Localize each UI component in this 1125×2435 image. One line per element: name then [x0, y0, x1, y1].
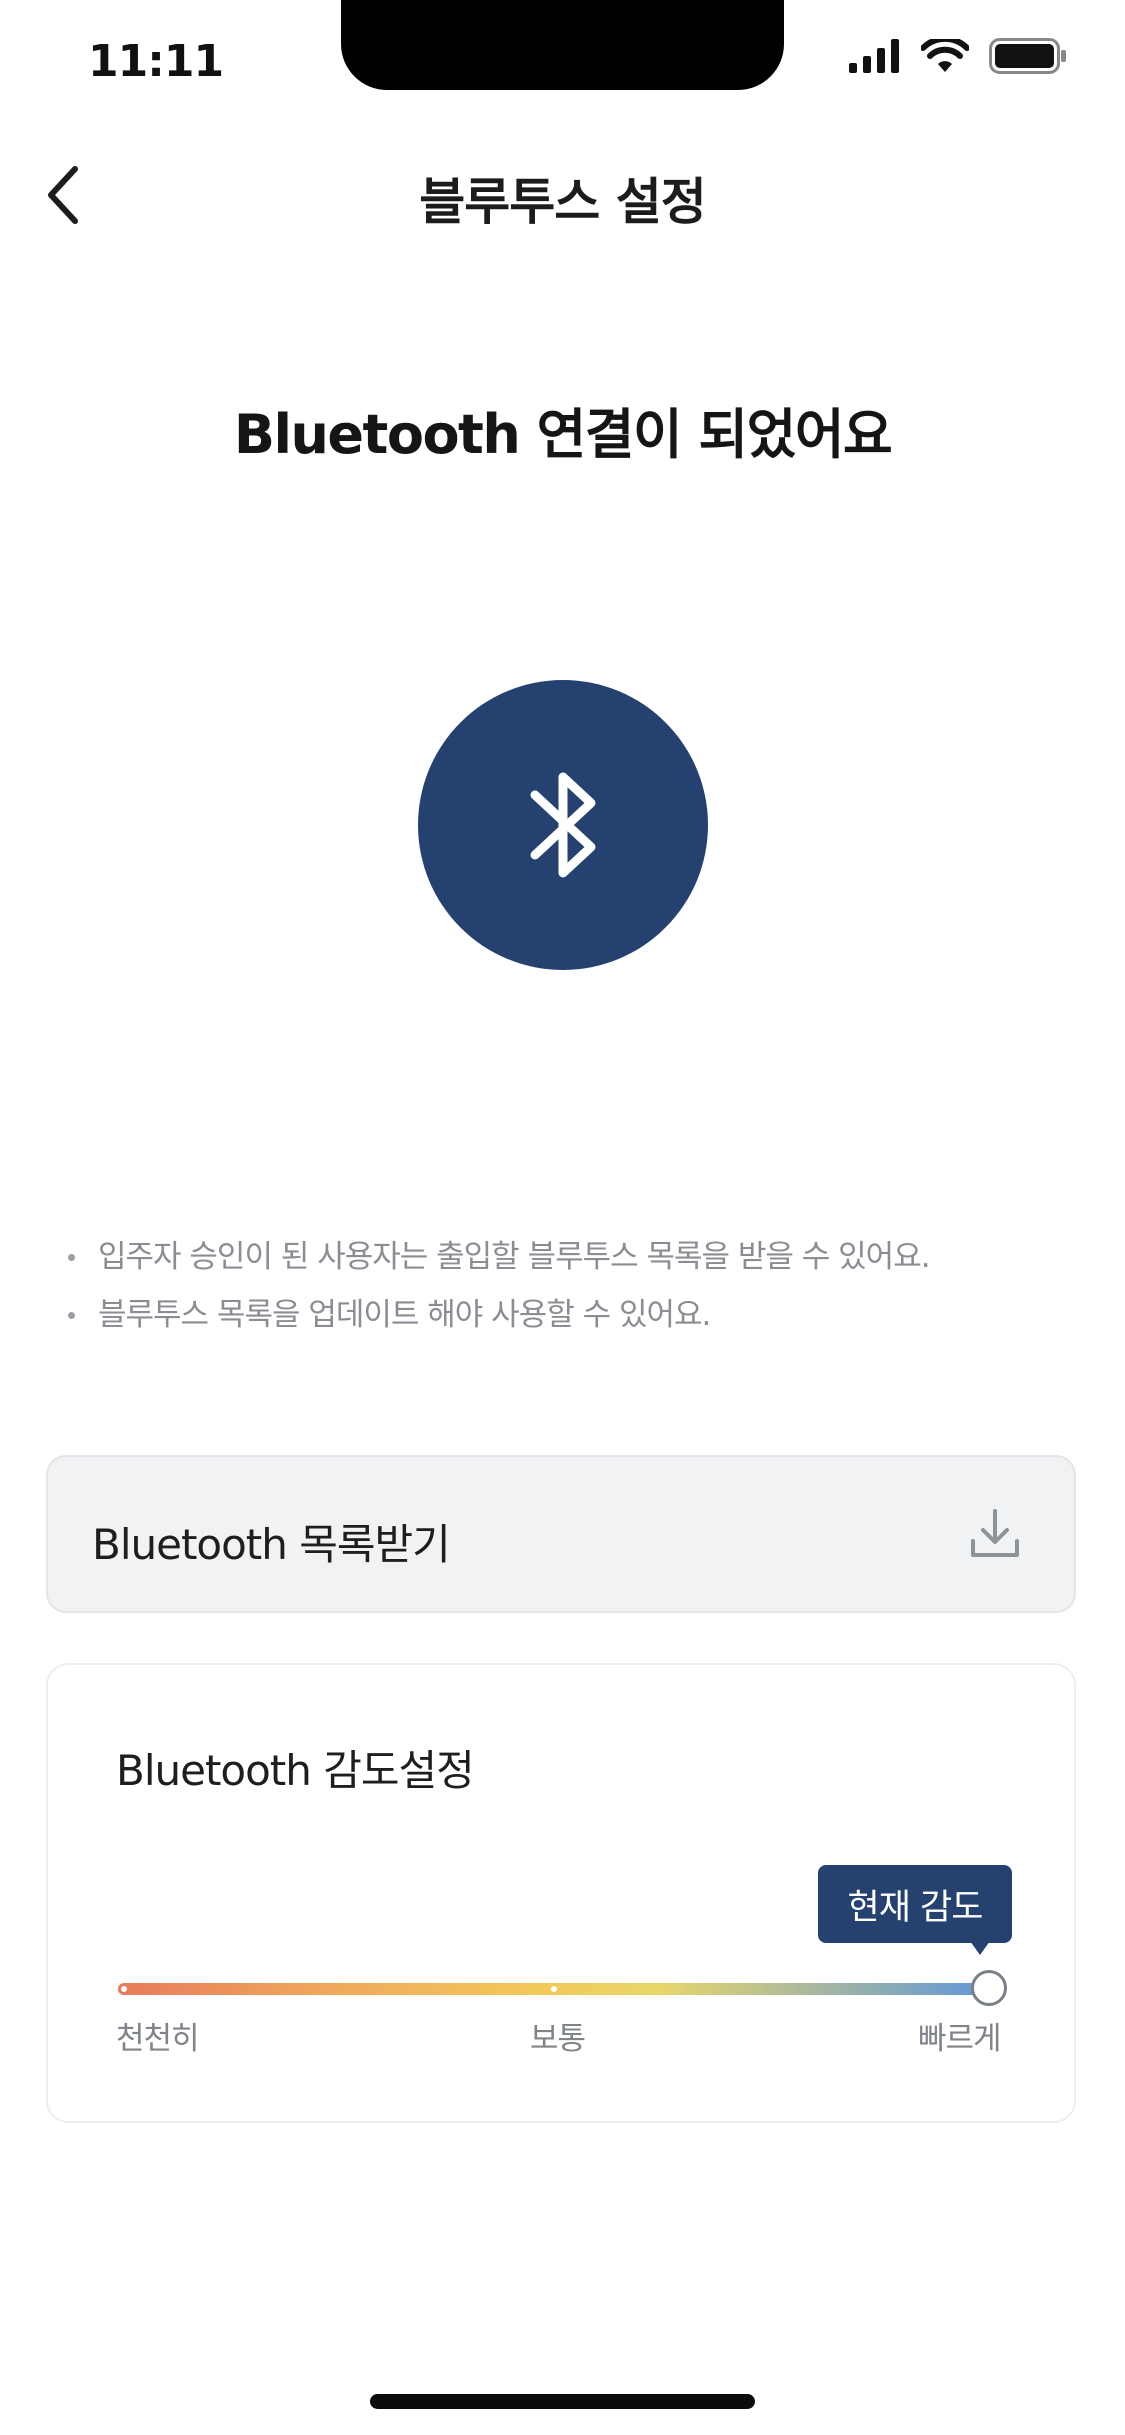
battery-icon	[989, 38, 1067, 78]
notch	[341, 0, 784, 90]
sensitivity-slider[interactable]	[118, 1983, 990, 1995]
label-slow: 천천히	[116, 2021, 200, 2057]
wifi-icon	[920, 35, 970, 77]
signal-icon	[849, 39, 901, 77]
bluetooth-status-circle	[418, 680, 708, 970]
status-icons	[849, 35, 1067, 78]
note-text: 입주자 승인이 된 사용자는 출입할 블루투스 목록을 받을 수 있어요.	[98, 1239, 931, 1275]
sensitivity-card: Bluetooth 감도설정 현재 감도 천천히 보통 빠르게	[46, 1663, 1076, 2123]
list-item: 블루투스 목록을 업데이트 해야 사용할 수 있어요.	[64, 1286, 1064, 1344]
bluetooth-icon	[530, 772, 596, 878]
connection-heading: Bluetooth 연결이 되었어요	[233, 403, 893, 466]
download-list-label: Bluetooth 목록받기	[92, 1520, 451, 1569]
sensitivity-title: Bluetooth 감도설정	[116, 1746, 475, 1795]
tooltip-arrow	[970, 1941, 990, 1955]
page-title: 블루투스 설정	[419, 173, 706, 231]
note-text: 블루투스 목록을 업데이트 해야 사용할 수 있어요.	[98, 1297, 711, 1333]
list-item: 입주자 승인이 된 사용자는 출입할 블루투스 목록을 받을 수 있어요.	[64, 1228, 1064, 1286]
bullet-dot	[68, 1254, 75, 1261]
label-normal: 보통	[530, 2021, 586, 2057]
bullet-dot	[68, 1312, 75, 1319]
status-time: 11:11	[88, 36, 224, 87]
slider-thumb[interactable]	[971, 1970, 1007, 2006]
screen: 11:11 블루투스 설정 Bluetooth 연결이 되었어요 입주자 승인이…	[0, 0, 1125, 2435]
home-indicator	[370, 2394, 755, 2409]
download-list-button[interactable]: Bluetooth 목록받기	[46, 1455, 1076, 1613]
current-sensitivity-tooltip: 현재 감도	[818, 1865, 1012, 1943]
info-notes: 입주자 승인이 된 사용자는 출입할 블루투스 목록을 받을 수 있어요. 블루…	[64, 1228, 1064, 1344]
label-fast: 빠르게	[918, 2021, 1002, 2057]
tick-slow	[121, 1986, 127, 1992]
tick-normal	[551, 1986, 557, 1992]
download-icon	[971, 1509, 1019, 1557]
